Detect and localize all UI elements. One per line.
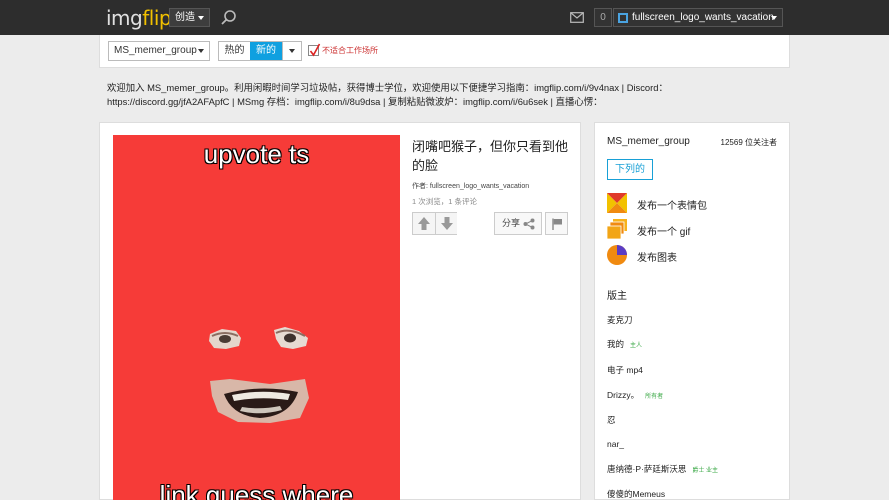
create-menu-button[interactable]: 创造 — [169, 8, 210, 27]
user-avatar-icon — [618, 13, 628, 23]
moderator-name: 忍 — [607, 415, 616, 425]
follow-button[interactable]: 下列的 — [607, 159, 653, 180]
arrow-up-icon — [418, 217, 430, 230]
moderator-name: 唐纳德·P·萨廷斯沃思 — [607, 464, 687, 474]
sidebar-stream-name[interactable]: MS_memer_group — [607, 136, 690, 147]
share-icon — [523, 218, 535, 230]
arrow-down-icon — [441, 217, 453, 230]
top-navbar: imgflip 创造 0 fullscreen_logo_wants_vacat… — [0, 0, 889, 35]
downvote-button[interactable] — [435, 213, 457, 234]
filter-bar: MS_memer_group 热的 新的 不适合工作场所 — [99, 35, 790, 68]
flag-button[interactable] — [545, 212, 568, 235]
description-line-2: https://discord.gg/jfA2AFApfC | MSmg 存档：… — [107, 96, 603, 107]
chevron-down-icon — [198, 16, 204, 20]
moderator-item[interactable]: Drizzy。 所有者 — [607, 389, 663, 401]
post-meme-label: 发布一个表情包 — [637, 201, 707, 212]
nsfw-label: 不适合工作场所 — [322, 46, 378, 55]
stream-description: 欢迎加入 MS_memer_group。利用闲暇时间学习垃圾帖，获得博士学位，欢… — [107, 81, 797, 109]
follower-count: 12569 位关注者 — [720, 138, 777, 147]
notification-count[interactable]: 0 — [594, 8, 612, 27]
sort-tabs: 热的 新的 — [218, 41, 302, 61]
post-gif-label: 发布一个 gif — [637, 227, 691, 238]
mail-icon[interactable] — [570, 12, 584, 23]
post-chart-label: 发布图表 — [637, 253, 677, 264]
meme-image[interactable]: upvote ts link guess where — [113, 135, 400, 500]
meme-mouth-image — [210, 379, 309, 423]
stream-select-value: MS_memer_group — [114, 45, 197, 56]
author-link[interactable]: fullscreen_logo_wants_vacation — [430, 183, 529, 190]
moderator-item[interactable]: 麦克刀 — [607, 314, 633, 326]
username-label: fullscreen_logo_wants_vacation — [632, 12, 774, 23]
meme-grid-icon — [607, 193, 627, 213]
tab-hot[interactable]: 热的 — [219, 42, 250, 60]
logo-flip-text: flip — [142, 6, 172, 30]
stream-select[interactable]: MS_memer_group — [108, 41, 210, 61]
moderators-heading: 版主 — [607, 291, 627, 302]
checkmark-icon — [309, 43, 321, 57]
create-label: 创造 — [175, 12, 195, 23]
share-button[interactable]: 分享 — [494, 212, 542, 235]
moderator-item[interactable]: 忍 — [607, 414, 616, 426]
user-menu-button[interactable]: fullscreen_logo_wants_vacation — [613, 8, 783, 27]
moderator-role-tag: 主人 — [630, 343, 643, 349]
nsfw-checkbox[interactable] — [308, 43, 321, 57]
meme-top-text: upvote ts — [203, 139, 310, 169]
moderator-item[interactable]: 傻傻的Memeus — [607, 488, 665, 500]
moderator-role-tag: 所有者 — [645, 394, 664, 400]
post-stats: 1 次浏览，1 条评论 — [412, 197, 478, 206]
description-line-1: 欢迎加入 MS_memer_group。利用闲暇时间学习垃圾帖，获得博士学位，欢… — [107, 82, 668, 93]
chevron-down-icon — [198, 49, 204, 53]
flag-icon — [552, 218, 562, 230]
share-label: 分享 — [502, 218, 521, 228]
vote-buttons — [412, 212, 457, 235]
meme-right-eye-image — [274, 327, 308, 349]
tab-new[interactable]: 新的 — [250, 42, 282, 60]
post-meme-action[interactable]: 发布一个表情包 — [607, 193, 777, 213]
post-panel: upvote ts link guess where 闭嘴吧猴子，但你只看到他的… — [99, 122, 581, 500]
moderator-item[interactable]: 我的 主人 — [607, 338, 642, 350]
moderator-item[interactable]: nar_ — [607, 439, 624, 449]
logo-img-text: img — [106, 6, 143, 30]
moderator-name: 电子 mp4 — [607, 365, 643, 375]
imgflip-logo[interactable]: imgflip — [106, 6, 172, 30]
moderator-item[interactable]: 唐纳德·P·萨廷斯沃思 爵士 业主 — [607, 463, 718, 475]
moderator-name: Drizzy。 — [607, 390, 640, 400]
post-gif-action[interactable]: 发布一个 gif — [607, 219, 777, 239]
meme-bottom-text: link guess where — [159, 480, 354, 500]
moderator-name: 麦克刀 — [607, 315, 633, 325]
moderator-name: 我的 — [607, 339, 625, 349]
pie-chart-icon — [607, 245, 627, 265]
moderator-role-tag: 爵士 业主 — [692, 468, 719, 474]
post-title[interactable]: 闭嘴吧猴子，但你只看到他的脸 — [412, 137, 572, 175]
author-prefix: 作者: — [412, 183, 428, 190]
moderator-item[interactable]: 电子 mp4 — [607, 364, 643, 376]
gif-stack-icon — [607, 219, 627, 239]
stream-sidebar: MS_memer_group 12569 位关注者 下列的 发布一个表情包 发布… — [594, 122, 790, 500]
chevron-down-icon — [289, 49, 295, 53]
sort-dropdown-button[interactable] — [282, 42, 301, 60]
search-icon[interactable] — [220, 9, 238, 27]
chevron-down-icon — [771, 16, 777, 20]
moderator-name: 傻傻的Memeus — [607, 489, 666, 499]
moderator-name: nar_ — [607, 439, 625, 449]
post-chart-action[interactable]: 发布图表 — [607, 245, 777, 265]
upvote-button[interactable] — [413, 213, 435, 234]
post-author: 作者: fullscreen_logo_wants_vacation — [412, 181, 529, 191]
meme-left-eye-image — [209, 329, 241, 349]
